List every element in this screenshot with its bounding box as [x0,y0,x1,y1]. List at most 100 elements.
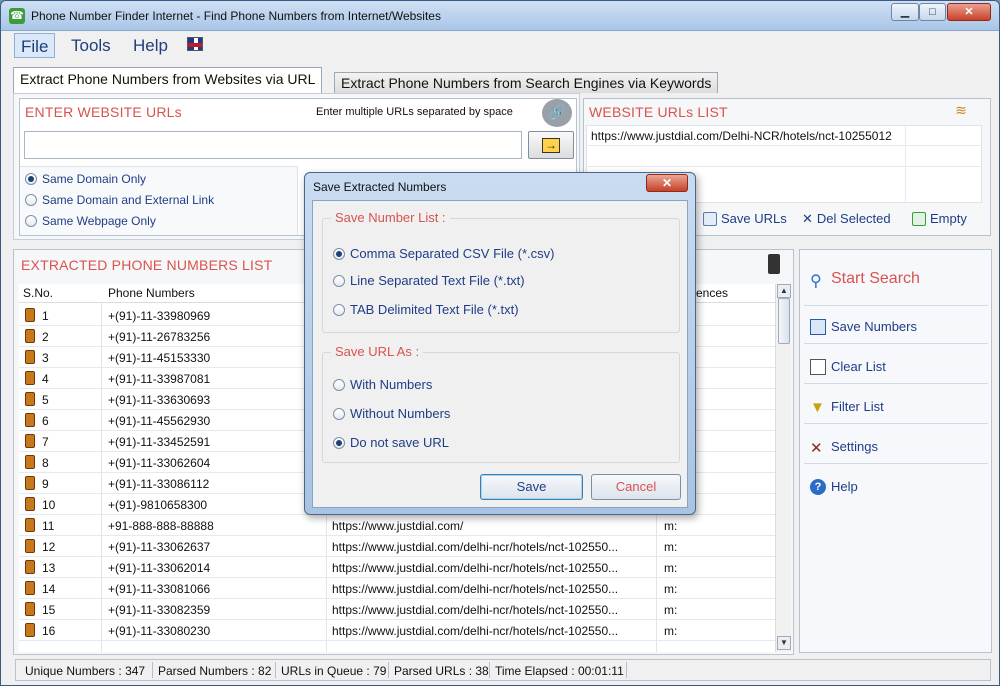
menu-help[interactable]: Help [127,33,174,58]
menu-tools[interactable]: Tools [65,33,117,58]
cell-phone: +(91)-11-45153330 [108,351,211,365]
add-url-button[interactable]: → [528,131,574,159]
phone-row-icon [25,308,35,322]
save-number-list-label: Save Number List : [331,210,450,225]
radio-tab-txt[interactable] [333,304,345,316]
url-list-item[interactable]: https://www.justdial.com/Delhi-NCR/hotel… [591,129,892,143]
option-line-txt[interactable]: Line Separated Text File (*.txt) [333,273,525,288]
help-button[interactable]: ? Help [804,468,988,504]
table-row[interactable]: 12 +(91)-11-33062637 https://www.justdial.… [19,536,775,557]
col-header-sno[interactable]: S.No. [23,286,53,300]
scroll-up-button[interactable]: ▲ [777,284,791,298]
empty-label: Empty [930,211,967,226]
maximize-button[interactable]: □ [919,3,946,21]
radio-without-numbers[interactable] [333,408,345,420]
floppy-icon [810,319,826,335]
del-selected-button[interactable]: ✕ Del Selected [802,211,891,227]
phone-row-icon [25,350,35,364]
radio-csv[interactable] [333,248,345,260]
cell-phone: +(91)-11-33452591 [108,435,211,449]
phone-row-icon [25,518,35,532]
radio-with-numbers[interactable] [333,379,345,391]
help-label: Help [831,479,858,494]
status-parsed: Parsed Numbers : 82 [158,664,271,678]
option-do-not-save[interactable]: Do not save URL [333,435,449,450]
radio-external-link[interactable] [25,194,37,206]
filter-icon: ▼ [810,399,825,416]
status-parsed-label: Parsed Numbers : [158,664,255,678]
title-bar[interactable]: ☎ Phone Number Finder Internet - Find Ph… [1,1,999,31]
option-with-numbers[interactable]: With Numbers [333,377,432,392]
tab-search-engines[interactable]: Extract Phone Numbers from Search Engine… [334,72,719,93]
phone-row-icon [25,392,35,406]
url-input[interactable] [24,131,522,159]
radio-do-not-save[interactable] [333,437,345,449]
cell-sno: 1 [42,309,49,323]
cell-occurrences: m: [664,582,678,596]
dialog-body: Save Number List : Comma Separated CSV F… [312,200,688,508]
status-divider [152,662,153,678]
minimize-button[interactable]: ▁ [891,3,919,21]
option-same-domain-label: Same Domain Only [42,172,147,186]
radio-line-txt[interactable] [333,275,345,287]
cancel-button[interactable]: Cancel [591,474,681,500]
option-without-numbers-label: Without Numbers [350,406,451,421]
clear-list-button[interactable]: Clear List [804,348,988,384]
save-url-label: Save URL As : [331,344,424,359]
table-row[interactable]: 13 +(91)-11-33062014 https://www.justdial.… [19,557,775,578]
col-header-phone[interactable]: Phone Numbers [108,286,195,300]
empty-button[interactable]: Empty [912,211,967,226]
uk-flag-icon[interactable] [187,37,203,51]
radio-same-webpage[interactable] [25,215,37,227]
clear-list-label: Clear List [831,359,886,374]
option-csv-label: Comma Separated CSV File (*.csv) [350,246,555,261]
option-same-domain[interactable]: Same Domain Only [25,172,146,186]
status-divider [489,662,490,678]
option-same-webpage-label: Same Webpage Only [42,214,156,228]
link-icon[interactable]: 🔗 [542,99,572,127]
phones-title: EXTRACTED PHONE NUMBERS LIST [21,257,273,273]
phone-row-icon [25,371,35,385]
option-external-link[interactable]: Same Domain and External Link [25,193,214,207]
url-list-col-divider [905,126,906,202]
col-header-occurrences[interactable]: ences [696,286,728,300]
filter-list-button[interactable]: ▼ Filter List [804,388,988,424]
phone-row-icon [25,455,35,469]
scroll-down-button[interactable]: ▼ [777,636,791,650]
option-line-txt-label: Line Separated Text File (*.txt) [350,273,525,288]
save-numbers-button[interactable]: Save Numbers [804,308,988,344]
save-button[interactable]: Save [480,474,583,500]
cell-url: https://www.justdial.com/delhi-ncr/hotel… [332,603,619,617]
dialog-close-button[interactable]: ✕ [646,174,688,192]
save-urls-button[interactable]: Save URLs [703,211,787,226]
phone-row-icon [25,329,35,343]
settings-button[interactable]: ✕ Settings [804,428,988,464]
option-csv[interactable]: Comma Separated CSV File (*.csv) [333,246,554,261]
close-button[interactable]: ✕ [947,3,991,21]
phone-row-icon [25,560,35,574]
window-title: Phone Number Finder Internet - Find Phon… [31,9,441,23]
tab-websites-via-url[interactable]: Extract Phone Numbers from Websites via … [13,67,323,93]
table-row[interactable]: 16 +(91)-11-33080230 https://www.justdial.… [19,620,775,641]
cell-sno: 11 [42,519,55,533]
scroll-thumb[interactable] [778,298,790,344]
cell-sno: 6 [42,414,49,428]
x-icon: ✕ [802,211,813,226]
table-scrollbar[interactable]: ▲ ▼ [775,284,791,652]
option-without-numbers[interactable]: Without Numbers [333,406,450,421]
cell-phone: +(91)-11-33630693 [108,393,211,407]
cell-phone: +(91)-11-33062014 [108,561,211,575]
table-row[interactable]: 14 +(91)-11-33081066 https://www.justdial.… [19,578,775,599]
radio-same-domain[interactable] [25,173,37,185]
save-numbers-label: Save Numbers [831,319,917,334]
arrow-right-icon: → [542,138,560,153]
status-elapsed: Time Elapsed : 00:01:11 [495,664,624,678]
table-row[interactable]: 11 +91-888-888-88888 https://www.justdial.… [19,515,775,536]
menu-file[interactable]: File [14,33,56,58]
option-same-webpage[interactable]: Same Webpage Only [25,214,156,228]
url-list-divider [587,145,981,146]
table-row[interactable]: 15 +(91)-11-33082359 https://www.justdial.… [19,599,775,620]
option-external-link-label: Same Domain and External Link [42,193,215,207]
start-search-button[interactable]: ⚲ Start Search [804,262,988,306]
option-tab-txt[interactable]: TAB Delimited Text File (*.txt) [333,302,519,317]
